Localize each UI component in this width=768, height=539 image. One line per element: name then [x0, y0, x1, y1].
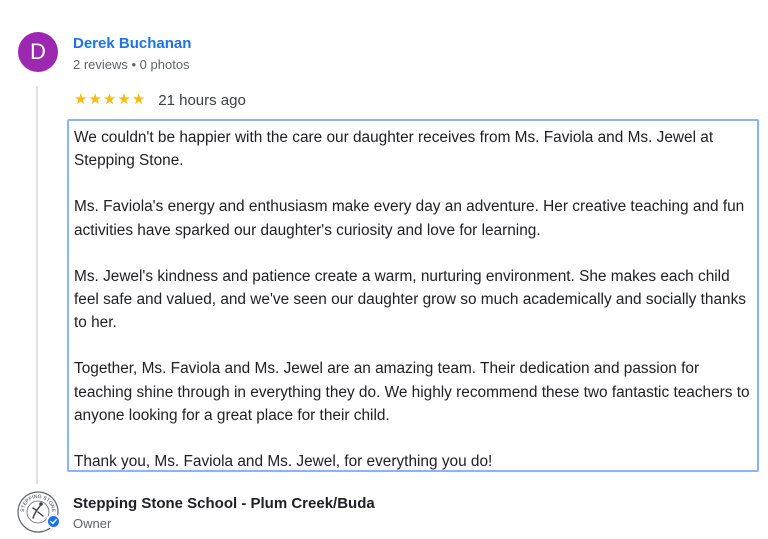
star-rating: ★ ★ ★ ★ ★ [74, 90, 146, 110]
star-icon: ★ [74, 91, 88, 108]
rating-row: ★ ★ ★ ★ ★ 21 hours ago [74, 90, 246, 110]
review-text[interactable]: We couldn't be happier with the care our… [67, 119, 759, 472]
owner-name[interactable]: Stepping Stone School - Plum Creek/Buda [73, 495, 375, 512]
star-icon: ★ [102, 91, 117, 108]
review-paragraph: Thank you, Ms. Faviola and Ms. Jewel, fo… [74, 453, 493, 471]
avatar[interactable]: D [18, 32, 58, 72]
thread-line [36, 86, 38, 484]
verified-check-icon [46, 514, 61, 529]
review-paragraph: Ms. Faviola's energy and enthusiasm make… [74, 198, 745, 239]
review-paragraph: Ms. Jewel's kindness and patience create… [74, 267, 746, 332]
star-icon: ★ [131, 91, 146, 108]
review-time: 21 hours ago [158, 91, 246, 109]
reviewer-name-link[interactable]: Derek Buchanan [73, 35, 191, 52]
review-paragraph: Together, Ms. Faviola and Ms. Jewel are … [74, 360, 750, 424]
star-icon: ★ [88, 91, 102, 108]
reviewer-meta: 2 reviews • 0 photos [73, 57, 190, 72]
star-icon: ★ [117, 91, 131, 108]
avatar-letter: D [30, 39, 46, 64]
review-paragraph: We couldn't be happier with the care our… [74, 129, 714, 170]
